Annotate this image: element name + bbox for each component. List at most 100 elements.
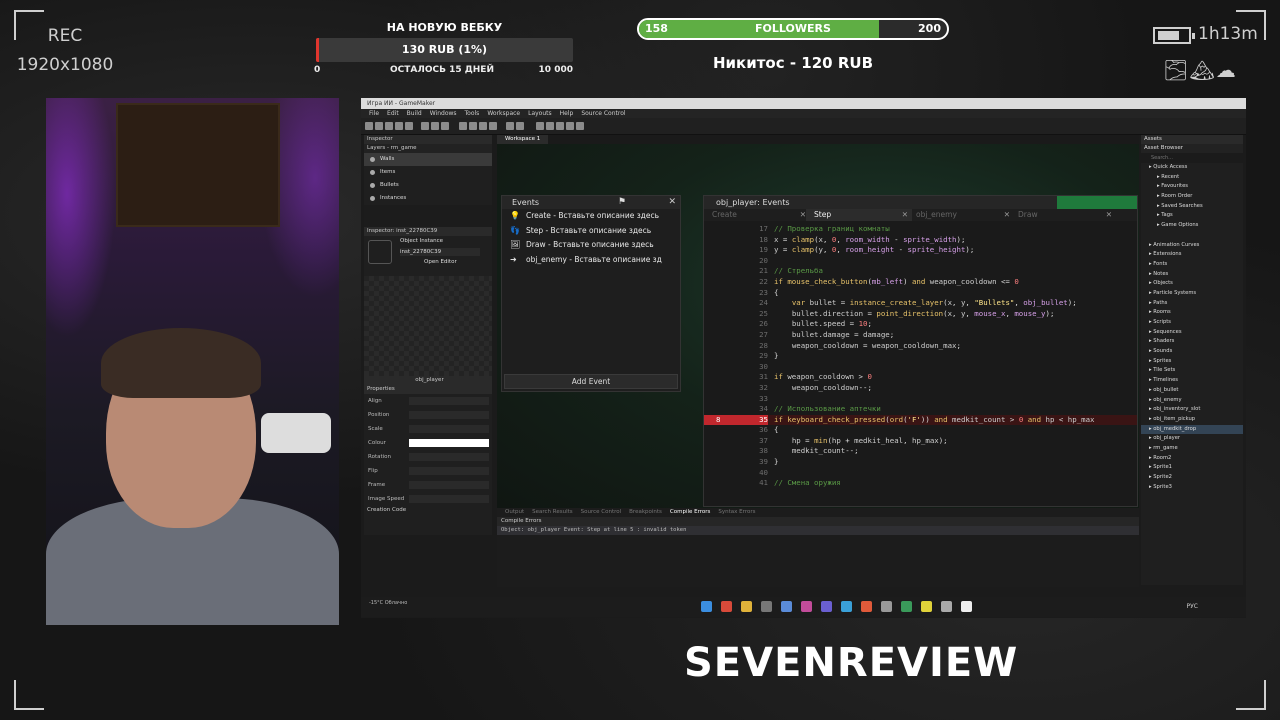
toolbar-button-icon[interactable] <box>489 122 497 130</box>
code-line[interactable]: 31 if weapon_cooldown > 0 <box>704 372 1137 383</box>
tab-syntax-errors[interactable]: Syntax Errors <box>718 509 755 515</box>
toolbar-button-icon[interactable] <box>479 122 487 130</box>
inspector-tab[interactable]: Inspector <box>364 135 492 144</box>
asset-item[interactable]: ▸ obj_player <box>1141 434 1243 444</box>
code-line[interactable]: 21 // Стрельба <box>704 266 1137 277</box>
code-line[interactable]: 38 medkit_count--; <box>704 446 1137 457</box>
asset-item[interactable]: ▸ Sounds <box>1141 347 1243 357</box>
taskbar-language[interactable]: РУС <box>1187 597 1198 617</box>
event-item[interactable]: 👣 Step - Вставьте описание здесь <box>502 224 680 239</box>
asset-item[interactable]: ▸ Sprite3 <box>1141 483 1243 493</box>
compile-error-message[interactable]: Object: obj_player Event: Step at line 5… <box>497 526 1139 535</box>
asset-item[interactable]: ▸ Quick Access <box>1141 163 1243 173</box>
code-tab-create[interactable]: Create ✕ <box>704 209 810 221</box>
menu-file[interactable]: File <box>369 110 379 117</box>
asset-item[interactable]: ▸ Sprites <box>1141 357 1243 367</box>
asset-item[interactable]: ▸ Particle Systems <box>1141 289 1243 299</box>
asset-item[interactable]: ▸ Sequences <box>1141 328 1243 338</box>
asset-item[interactable]: ▸ Recent <box>1141 173 1243 183</box>
asset-item[interactable]: ▸ Scripts <box>1141 318 1243 328</box>
asset-item[interactable]: ▸ Saved Searches <box>1141 202 1243 212</box>
asset-search-input[interactable]: Search... <box>1141 153 1243 163</box>
asset-item[interactable]: ▸ Fonts <box>1141 260 1243 270</box>
toolbar-button-icon[interactable] <box>516 122 524 130</box>
toolbar-button-icon[interactable] <box>441 122 449 130</box>
property-value-field[interactable] <box>409 481 489 489</box>
asset-item[interactable]: ▸ Favourites <box>1141 182 1243 192</box>
code-line[interactable]: 30 <box>704 362 1137 373</box>
tab-source-control[interactable]: Source Control <box>581 509 622 515</box>
event-item[interactable]: 💡 Create - Вставьте описание здесь <box>502 209 680 224</box>
tab-workspace-1[interactable]: Workspace 1 <box>497 135 549 144</box>
property-value-field[interactable] <box>409 495 489 503</box>
menu-help[interactable]: Help <box>560 110 574 117</box>
property-value-field[interactable] <box>409 397 489 405</box>
close-icon[interactable]: ✕ <box>1106 209 1112 221</box>
code-line[interactable]: 39} <box>704 457 1137 468</box>
taskbar-app-icon[interactable] <box>721 601 732 612</box>
asset-item[interactable]: ▸ Rooms <box>1141 308 1243 318</box>
asset-item[interactable]: ▸ Tags <box>1141 211 1243 221</box>
object-name[interactable]: obj_player <box>364 376 492 385</box>
layer-item[interactable]: Items <box>364 166 492 179</box>
property-value-field[interactable] <box>409 467 489 475</box>
menu-tools[interactable]: Tools <box>465 110 480 117</box>
toolbar-button-icon[interactable] <box>576 122 584 130</box>
toolbar-button-icon[interactable] <box>556 122 564 130</box>
asset-item[interactable]: ▸ Room2 <box>1141 454 1243 464</box>
taskbar-app-icon[interactable] <box>941 601 952 612</box>
code-line[interactable]: 41 // Смена оружия <box>704 478 1137 489</box>
asset-item[interactable]: ▸ Notes <box>1141 270 1243 280</box>
code-tab-obj-enemy[interactable]: obj_enemy ✕ <box>908 209 1014 221</box>
layer-item[interactable]: Instances <box>364 192 492 205</box>
code-tab-draw[interactable]: Draw ✕ <box>1010 209 1116 221</box>
asset-item[interactable]: ▸ Sprite1 <box>1141 463 1243 473</box>
code-line[interactable]: 22 if mouse_check_button(mb_left) and wea… <box>704 277 1137 288</box>
tab-breakpoints[interactable]: Breakpoints <box>629 509 662 515</box>
taskbar-app-icon[interactable] <box>881 601 892 612</box>
code-line[interactable]: 23 { <box>704 288 1137 299</box>
asset-item[interactable]: ▸ Extensions <box>1141 250 1243 260</box>
asset-item[interactable]: ▸ Room Order <box>1141 192 1243 202</box>
toolbar-button-icon[interactable] <box>469 122 477 130</box>
asset-item[interactable]: ▸ Game Options <box>1141 221 1243 231</box>
close-icon[interactable]: ✕ <box>668 196 676 209</box>
code-line[interactable]: 20 <box>704 256 1137 267</box>
asset-item[interactable]: ▸ Sprite2 <box>1141 473 1243 483</box>
code-line[interactable]: 35 8 if keyboard_check_pressed(ord('F')) a… <box>704 414 1137 426</box>
menu-build[interactable]: Build <box>407 110 422 117</box>
toolbar-button-icon[interactable] <box>421 122 429 130</box>
toolbar-button-icon[interactable] <box>536 122 544 130</box>
menu-source-control[interactable]: Source Control <box>581 110 625 117</box>
toolbar-button-icon[interactable] <box>365 122 373 130</box>
code-line[interactable]: 25 bullet.direction = point_direction(x,… <box>704 309 1137 320</box>
toolbar-button-icon[interactable] <box>431 122 439 130</box>
code-line[interactable]: 33 <box>704 394 1137 405</box>
code-line[interactable]: 32 weapon_cooldown--; <box>704 383 1137 394</box>
layer-item[interactable]: Bullets <box>364 179 492 192</box>
toolbar-button-icon[interactable] <box>566 122 574 130</box>
asset-item[interactable]: ▸ Objects <box>1141 279 1243 289</box>
code-line[interactable]: 34 // Использование аптечки <box>704 404 1137 415</box>
code-line[interactable]: 28 weapon_cooldown = weapon_cooldown_max… <box>704 341 1137 352</box>
add-event-button[interactable]: Add Event <box>504 374 678 389</box>
asset-item[interactable]: ▸ obj_inventory_slot <box>1141 405 1243 415</box>
code-line[interactable]: 36 { <box>704 425 1137 436</box>
property-value-field[interactable] <box>409 425 489 433</box>
asset-item[interactable]: ▸ Animation Curves <box>1141 241 1243 251</box>
asset-item[interactable]: ▸ obj_enemy <box>1141 396 1243 406</box>
asset-item[interactable]: ▸ obj_bullet <box>1141 386 1243 396</box>
event-item[interactable]: ➜ obj_enemy - Вставьте описание зд <box>502 253 680 268</box>
taskbar-app-icon[interactable] <box>821 601 832 612</box>
code-line[interactable]: 27 bullet.damage = damage; <box>704 330 1137 341</box>
creation-code[interactable]: Creation Code <box>364 506 492 515</box>
asset-item[interactable]: ▸ Timelines <box>1141 376 1243 386</box>
toolbar-button-icon[interactable] <box>395 122 403 130</box>
code-lines[interactable]: 17 // Проверка границ комнаты 18 x = clamp(… <box>704 224 1137 489</box>
menu-edit[interactable]: Edit <box>387 110 399 117</box>
taskbar-app-icon[interactable] <box>901 601 912 612</box>
code-tab-step[interactable]: Step ✕ <box>806 209 912 221</box>
toolbar-button-icon[interactable] <box>459 122 467 130</box>
tab-output[interactable]: Output <box>505 509 524 515</box>
taskbar-app-icon[interactable] <box>861 601 872 612</box>
